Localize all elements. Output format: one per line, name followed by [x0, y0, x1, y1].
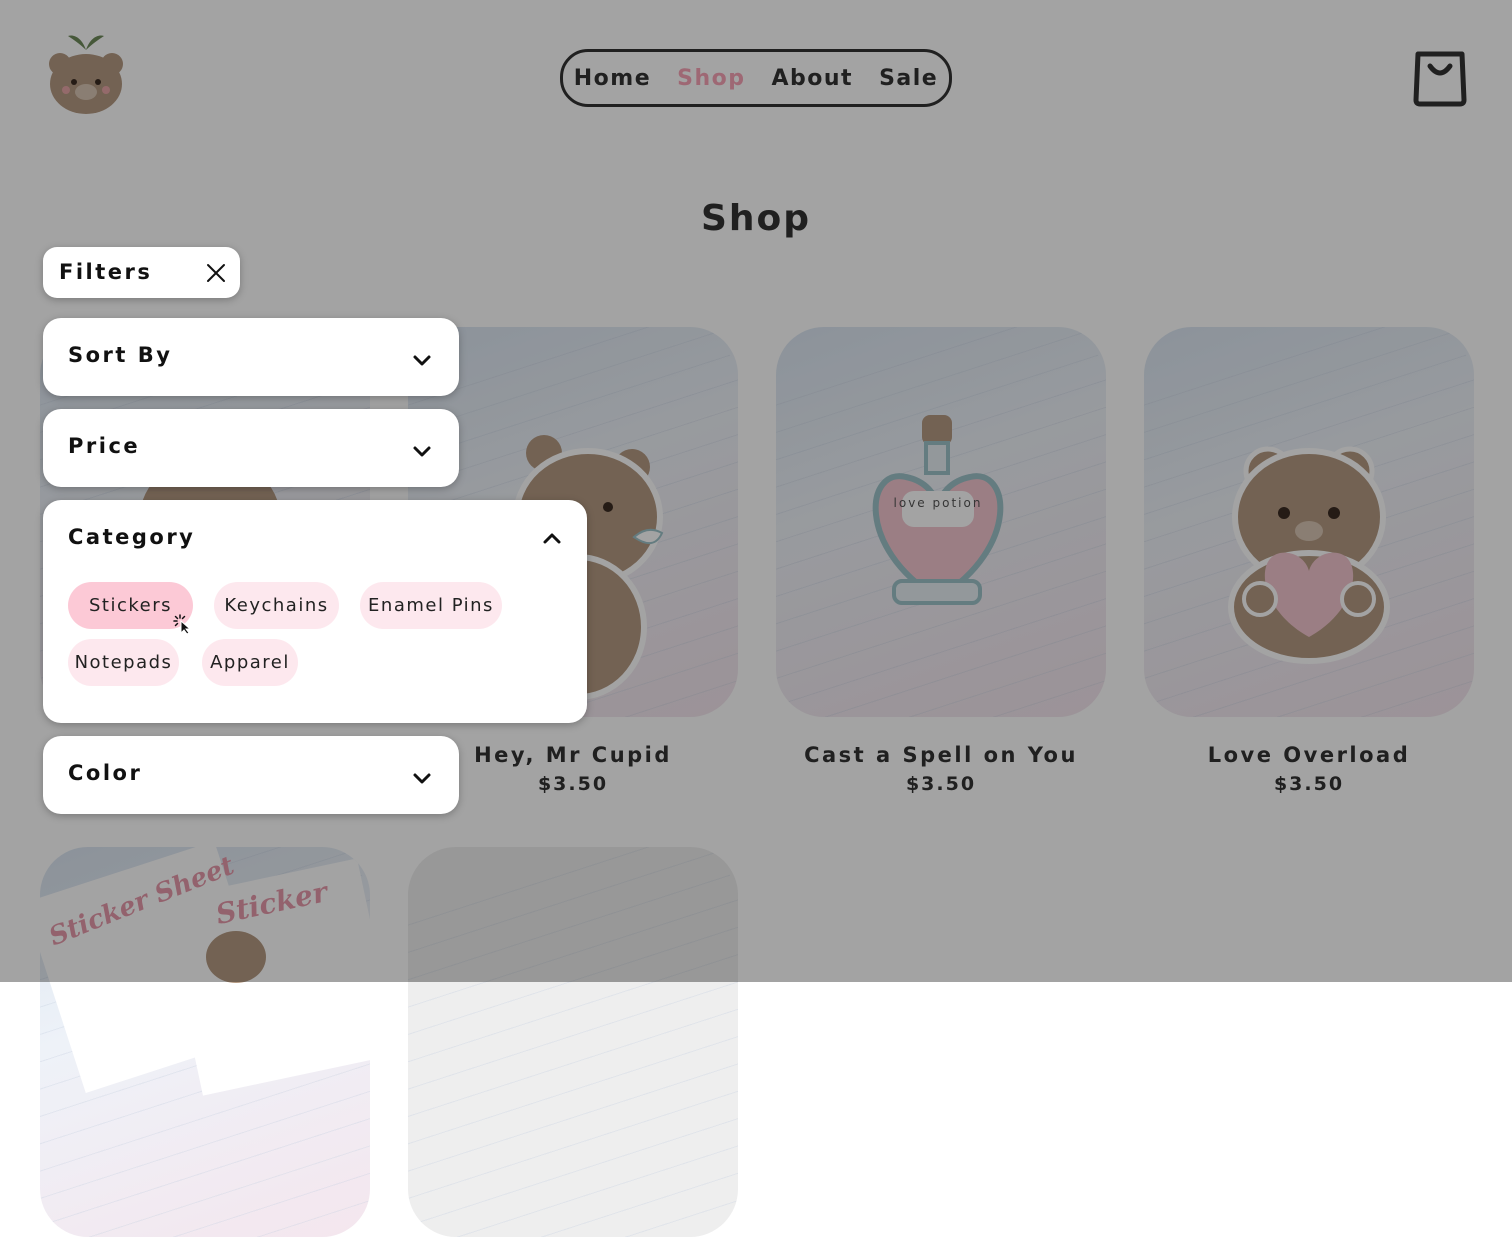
chevron-down-icon[interactable]: [411, 767, 433, 789]
chevron-down-icon[interactable]: [411, 440, 433, 462]
chevron-up-icon[interactable]: [541, 527, 563, 549]
category-chip-enamel-pins[interactable]: Enamel Pins: [360, 582, 502, 629]
sort-by-accordion[interactable]: Sort By: [43, 318, 459, 396]
sort-by-label: Sort By: [68, 343, 173, 367]
color-accordion[interactable]: Color: [43, 736, 459, 814]
category-label[interactable]: Category: [68, 525, 195, 549]
color-label: Color: [68, 761, 143, 785]
price-accordion[interactable]: Price: [43, 409, 459, 487]
category-chip-keychains[interactable]: Keychains: [214, 582, 339, 629]
category-chip-apparel[interactable]: Apparel: [202, 639, 298, 686]
modal-backdrop[interactable]: [0, 0, 1512, 982]
close-icon[interactable]: [205, 262, 227, 284]
filters-title: Filters: [59, 260, 153, 284]
category-chip-notepads[interactable]: Notepads: [68, 639, 179, 686]
click-cursor-icon: [173, 614, 192, 635]
price-label: Price: [68, 434, 141, 458]
filters-header: Filters: [43, 247, 240, 298]
category-accordion: Category Stickers Keychains Enamel Pins …: [43, 500, 587, 723]
chevron-down-icon[interactable]: [411, 349, 433, 371]
